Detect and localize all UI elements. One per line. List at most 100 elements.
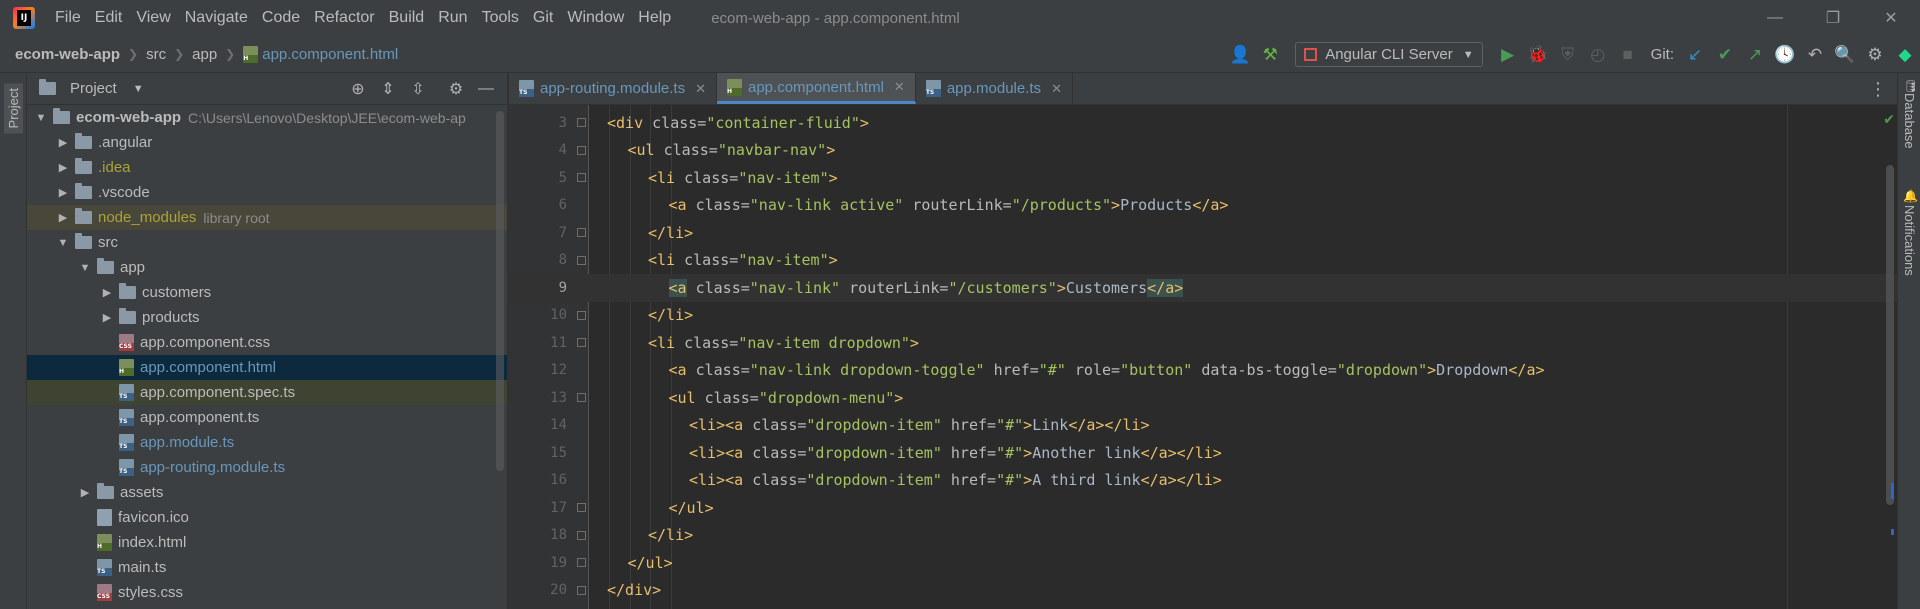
fold-marker-icon[interactable]	[577, 338, 586, 348]
menu-help[interactable]: Help	[638, 9, 671, 27]
code-line[interactable]: 9 <a class="nav-link" routerLink="/custom…	[509, 274, 1897, 302]
tree-item[interactable]: TS app-routing.module.ts	[27, 455, 507, 480]
git-commit-icon[interactable]: ✔	[1710, 36, 1740, 73]
gear-icon[interactable]: ⚙	[1860, 36, 1890, 73]
project-panel-title[interactable]: Project	[70, 80, 117, 97]
tree-item[interactable]: TS app.component.ts	[27, 405, 507, 430]
chevron-right-icon[interactable]: ▶	[55, 211, 71, 224]
git-update-icon[interactable]: ↙	[1680, 36, 1710, 73]
code-line[interactable]: 4 <ul class="navbar-nav">	[509, 137, 1897, 165]
tree-item[interactable]: ▼ src	[27, 230, 507, 255]
fold-marker-icon[interactable]	[577, 393, 586, 403]
close-tab-icon[interactable]: ✕	[1051, 81, 1062, 97]
gear-icon[interactable]: ⚙	[441, 79, 471, 99]
fold-marker-icon[interactable]	[577, 310, 586, 320]
editor-tab[interactable]: Happ.component.html ✕	[717, 73, 916, 104]
run-icon[interactable]: ▶	[1493, 36, 1523, 73]
fold-marker-icon[interactable]	[577, 173, 586, 183]
git-push-icon[interactable]: ↗	[1740, 36, 1770, 73]
build-hammer-icon[interactable]: ⚒	[1255, 36, 1285, 73]
tree-item[interactable]: TS main.ts	[27, 555, 507, 580]
tree-item[interactable]: ▶ node_modules library root	[27, 205, 507, 230]
code-area[interactable]: 3 <div class="container-fluid"> 4 <ul class…	[509, 105, 1897, 609]
chevron-down-icon[interactable]: ▼	[55, 237, 71, 249]
menu-view[interactable]: View	[136, 9, 170, 27]
code-line[interactable]: 13 <ul class="dropdown-menu">	[509, 384, 1897, 412]
project-scrollbar[interactable]	[496, 111, 504, 471]
editor-scrollbar[interactable]: ✔	[1883, 105, 1897, 609]
fold-marker-icon[interactable]	[577, 118, 586, 128]
editor-tab[interactable]: TS app.module.ts ✕	[916, 73, 1073, 104]
tree-item[interactable]: favicon.ico	[27, 505, 507, 530]
close-tab-icon[interactable]: ✕	[894, 79, 905, 95]
chevron-right-icon[interactable]: ▶	[55, 136, 71, 149]
menu-navigate[interactable]: Navigate	[185, 9, 248, 27]
breadcrumb-src[interactable]: src	[146, 46, 166, 63]
code-line[interactable]: 3 <div class="container-fluid">	[509, 109, 1897, 137]
code-line[interactable]: 14 <li><a class="dropdown-item" href="#">…	[509, 412, 1897, 440]
chevron-right-icon[interactable]: ▶	[55, 161, 71, 174]
menu-git[interactable]: Git	[533, 9, 553, 27]
notifications-tool-tab[interactable]: Notifications	[1902, 205, 1917, 276]
breadcrumb-project[interactable]: ecom-web-app	[15, 46, 120, 63]
code-line[interactable]: 11 <li class="nav-item dropdown">	[509, 329, 1897, 357]
user-icon[interactable]: 👤	[1225, 36, 1255, 73]
tree-item[interactable]: ▶ .idea	[27, 155, 507, 180]
rollback-icon[interactable]: ↶	[1800, 36, 1830, 73]
code-line[interactable]: 17 </ul>	[509, 494, 1897, 522]
toolbox-icon[interactable]: ◆	[1890, 36, 1920, 73]
tree-item[interactable]: ▼ app	[27, 255, 507, 280]
chevron-right-icon[interactable]: ▶	[55, 186, 71, 199]
search-icon[interactable]: 🔍	[1830, 36, 1860, 73]
restore-button[interactable]: ❐	[1804, 0, 1862, 36]
menu-run[interactable]: Run	[438, 9, 467, 27]
database-tool-tab[interactable]: Database	[1902, 93, 1917, 149]
code-line[interactable]: 15 <li><a class="dropdown-item" href="#">…	[509, 439, 1897, 467]
menu-build[interactable]: Build	[389, 9, 425, 27]
tree-item[interactable]: ▶ customers	[27, 280, 507, 305]
coverage-icon[interactable]: ⛨	[1553, 36, 1583, 73]
tree-item[interactable]: ▼ ecom-web-app C:\Users\Lenovo\Desktop\JEE…	[27, 105, 507, 130]
project-tool-tab[interactable]: Project	[4, 83, 23, 134]
collapse-all-icon[interactable]: ⇳	[403, 79, 433, 99]
tree-item[interactable]: Happ.component.html	[27, 355, 507, 380]
menu-window[interactable]: Window	[567, 9, 624, 27]
editor-tab[interactable]: TS app-routing.module.ts ✕	[509, 73, 717, 104]
chevron-right-icon[interactable]: ▶	[99, 311, 115, 324]
fold-marker-icon[interactable]	[577, 558, 586, 568]
code-line[interactable]: 6 <a class="nav-link active" routerLink="…	[509, 192, 1897, 220]
stop-icon[interactable]: ■	[1613, 36, 1643, 73]
breadcrumb-file[interactable]: H app.component.html	[243, 45, 398, 63]
breadcrumb-app[interactable]: app	[192, 46, 217, 63]
minimize-button[interactable]: —	[1746, 0, 1804, 36]
locate-icon[interactable]: ⊕	[343, 79, 373, 99]
profile-icon[interactable]: ◴	[1583, 36, 1613, 73]
tree-item[interactable]: TS app.module.ts	[27, 430, 507, 455]
tree-item[interactable]: Hindex.html	[27, 530, 507, 555]
code-line[interactable]: 8 <li class="nav-item">	[509, 247, 1897, 275]
code-line[interactable]: 18 </li>	[509, 522, 1897, 550]
menu-tools[interactable]: Tools	[482, 9, 519, 27]
history-icon[interactable]: 🕓	[1770, 36, 1800, 73]
fold-marker-icon[interactable]	[577, 530, 586, 540]
close-button[interactable]: ✕	[1862, 0, 1920, 36]
tree-item[interactable]: ▶ .angular	[27, 130, 507, 155]
code-line[interactable]: 19 </ul>	[509, 549, 1897, 577]
menu-edit[interactable]: Edit	[95, 9, 123, 27]
close-tab-icon[interactable]: ✕	[695, 81, 706, 97]
tree-item[interactable]: CSS styles.css	[27, 580, 507, 605]
code-line[interactable]: 20 </div>	[509, 577, 1897, 605]
menu-refactor[interactable]: Refactor	[314, 9, 374, 27]
fold-marker-icon[interactable]	[577, 228, 586, 238]
run-configuration-select[interactable]: Angular CLI Server ▼	[1295, 42, 1483, 67]
code-line[interactable]: 5 <li class="nav-item">	[509, 164, 1897, 192]
tree-item[interactable]: ▶ .vscode	[27, 180, 507, 205]
more-vertical-icon[interactable]: ⋮	[1869, 79, 1887, 100]
chevron-down-icon[interactable]: ▼	[133, 83, 144, 95]
code-line[interactable]: 10 </li>	[509, 302, 1897, 330]
tree-item[interactable]: TS app.component.spec.ts	[27, 380, 507, 405]
fold-marker-icon[interactable]	[577, 255, 586, 265]
editor-scroll-thumb[interactable]	[1886, 165, 1894, 505]
chevron-right-icon[interactable]: ▶	[77, 486, 93, 499]
chevron-right-icon[interactable]: ▶	[99, 286, 115, 299]
